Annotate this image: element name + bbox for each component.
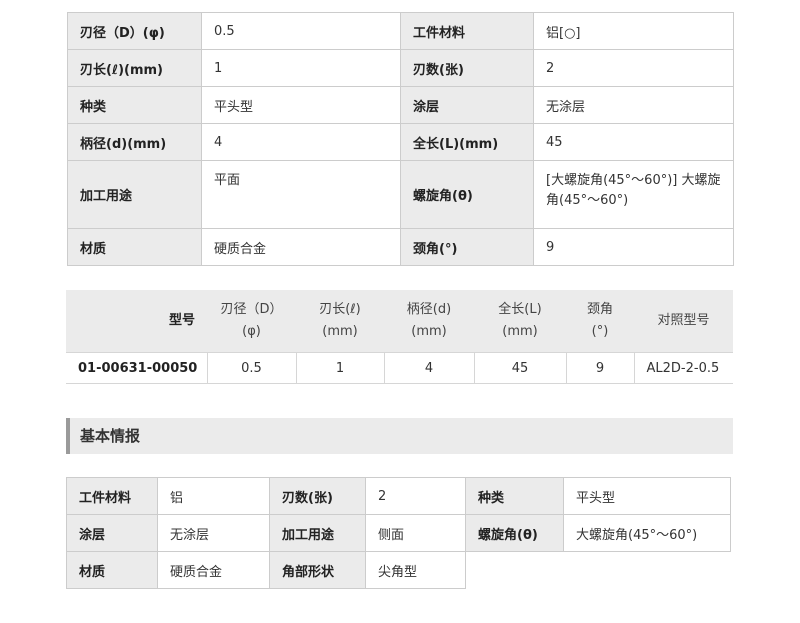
spec-value: 1 [201, 49, 401, 87]
model-cell-reference: AL2D-2-0.5 [633, 352, 733, 384]
spec-value: 9 [533, 228, 734, 266]
spec-value: 0.5 [201, 12, 401, 50]
model-header-cell: 全长(L) (mm) [474, 290, 566, 353]
model-header-unit: (°) [591, 324, 609, 339]
spec-row: 刃径（D）(φ) 0.5 工件材料 铝[○] [67, 12, 734, 50]
spec-label: 刃径（D）(φ) [67, 12, 202, 50]
model-cell: 9 [565, 352, 634, 384]
basic-label: 工件材料 [66, 477, 158, 515]
spec-value: 铝[○] [533, 12, 734, 50]
model-header-cell: 刃长(ℓ) (mm) [296, 290, 384, 353]
model-header-row: 型号 刃径（D） (φ) 刃长(ℓ) (mm) 柄径(d) (mm) 全长(L) (mm… [66, 290, 733, 353]
spec-value: 45 [533, 123, 734, 161]
basic-value: 硬质合金 [157, 551, 270, 589]
spec-label: 材质 [67, 228, 202, 266]
model-number-cell[interactable]: 01-00631-00050 [66, 352, 207, 384]
spec-value: 4 [201, 123, 401, 161]
basic-label: 螺旋角(θ) [465, 514, 564, 552]
spec-label: 工件材料 [400, 12, 534, 50]
spec-row: 材质 硬质合金 颈角(°) 9 [67, 228, 734, 266]
model-cell: 45 [473, 352, 566, 384]
basic-info-table: 工件材料 铝 刃数(张) 2 种类 平头型 涂层 无涂层 加工用途 侧面 螺旋角… [66, 477, 731, 589]
spec-value: 无涂层 [533, 86, 734, 124]
spec-value: 2 [533, 49, 734, 87]
spec-value: 硬质合金 [201, 228, 401, 266]
basic-label: 涂层 [66, 514, 158, 552]
spec-label: 螺旋角(θ) [400, 160, 534, 229]
model-header-cell: 刃径（D） (φ) [207, 290, 296, 353]
spec-value: [大螺旋角(45°～60°)] 大螺旋角(45°～60°) [533, 160, 734, 229]
basic-row: 工件材料 铝 刃数(张) 2 种类 平头型 [66, 477, 731, 515]
empty-cell [466, 552, 731, 589]
model-header-unit: (mm) [502, 324, 538, 339]
spec-label: 加工用途 [67, 160, 202, 229]
spec-row: 柄径(d)(mm) 4 全长(L)(mm) 45 [67, 123, 734, 161]
model-header-text: 刃径（D） [220, 302, 283, 317]
model-header-unit: (mm) [411, 324, 447, 339]
spec-label: 刃数(张) [400, 49, 534, 87]
model-header-unit: (φ) [242, 324, 261, 339]
basic-label: 加工用途 [269, 514, 366, 552]
model-header-text: 对照型号 [657, 313, 710, 328]
model-header-text: 刃长(ℓ) [319, 302, 361, 317]
model-cell: 0.5 [206, 352, 296, 384]
basic-value: 铝 [157, 477, 270, 515]
basic-value: 尖角型 [365, 551, 466, 589]
model-header-cell: 颈角 (°) [566, 290, 634, 353]
model-cell: 4 [383, 352, 474, 384]
basic-label: 材质 [66, 551, 158, 589]
section-title-basic-info: 基本情报 [66, 418, 733, 454]
model-header-cell: 柄径(d) (mm) [384, 290, 474, 353]
basic-value: 大螺旋角(45°～60°) [563, 514, 731, 552]
spec-label: 涂层 [400, 86, 534, 124]
basic-row: 材质 硬质合金 角部形状 尖角型 [66, 551, 731, 589]
basic-label: 角部形状 [269, 551, 366, 589]
spec-label: 刃长(ℓ)(mm) [67, 49, 202, 87]
spec-value: 平面 [201, 160, 401, 229]
model-header-text: 柄径(d) [406, 302, 452, 317]
spec-row: 种类 平头型 涂层 无涂层 [67, 86, 734, 124]
spec-label: 柄径(d)(mm) [67, 123, 202, 161]
model-row[interactable]: 01-00631-00050 0.5 1 4 45 9 AL2D-2-0.5 [66, 352, 733, 384]
basic-value: 2 [365, 477, 466, 515]
spec-table: 刃径（D）(φ) 0.5 工件材料 铝[○] 刃长(ℓ)(mm) 1 刃数(张)… [67, 12, 734, 266]
model-header-text: 型号 [168, 313, 195, 328]
basic-value: 无涂层 [157, 514, 270, 552]
spec-label: 颈角(°) [400, 228, 534, 266]
basic-row: 涂层 无涂层 加工用途 侧面 螺旋角(θ) 大螺旋角(45°～60°) [66, 514, 731, 552]
spec-label: 种类 [67, 86, 202, 124]
spec-label: 全长(L)(mm) [400, 123, 534, 161]
spec-row: 加工用途 平面 螺旋角(θ) [大螺旋角(45°～60°)] 大螺旋角(45°～… [67, 160, 734, 229]
model-header-text: 颈角 [586, 302, 613, 317]
basic-value: 侧面 [365, 514, 466, 552]
model-cell: 1 [295, 352, 384, 384]
model-header-cell: 对照型号 [634, 290, 733, 353]
spec-row: 刃长(ℓ)(mm) 1 刃数(张) 2 [67, 49, 734, 87]
basic-value: 平头型 [563, 477, 731, 515]
model-header-text: 全长(L) [498, 302, 542, 317]
spec-value: 平头型 [201, 86, 401, 124]
model-table: 型号 刃径（D） (φ) 刃长(ℓ) (mm) 柄径(d) (mm) 全长(L) (mm… [66, 290, 733, 384]
basic-label: 种类 [465, 477, 564, 515]
model-header-unit: (mm) [322, 324, 358, 339]
basic-label: 刃数(张) [269, 477, 366, 515]
model-header-cell: 型号 [66, 290, 207, 353]
